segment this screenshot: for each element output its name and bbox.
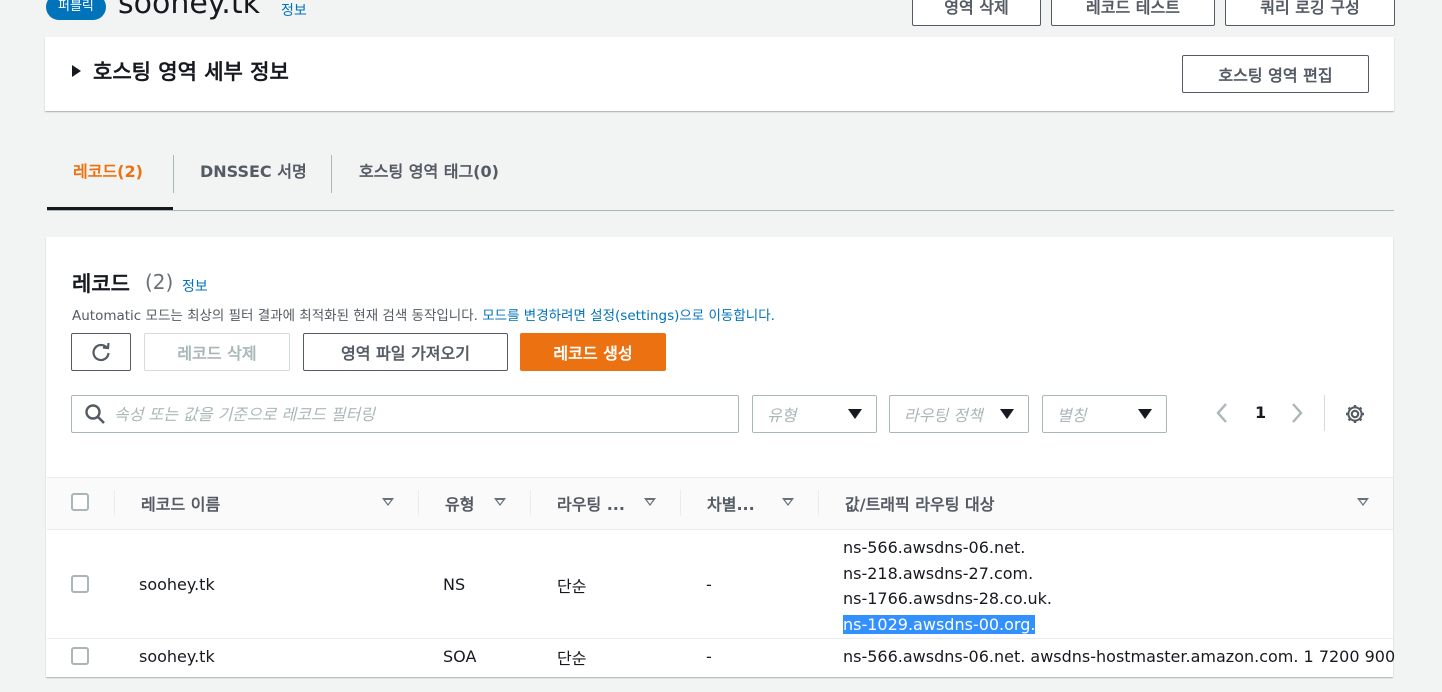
tabs-border [47,210,1394,211]
query-logging-button[interactable]: 쿼리 로깅 구성 [1225,0,1395,26]
records-info-link[interactable]: 정보 [182,276,208,296]
record-value-line: ns-566.awsdns-06.net. [843,538,1026,557]
pager-divider [1324,395,1325,431]
sort-icon[interactable] [644,498,656,506]
record-value-line: ns-1766.awsdns-28.co.uk. [843,589,1053,608]
tab-records[interactable]: 레코드(2) [73,160,143,184]
settings-link[interactable]: 모드를 변경하려면 설정(settings)으로 이동합니다. [482,308,775,324]
alias-select-label: 별칭 [1057,406,1087,425]
filter-search[interactable] [71,395,739,433]
record-name[interactable]: soohey.tk [139,647,215,666]
column-divider [680,490,681,516]
caret-right-icon [72,65,81,77]
refresh-button[interactable] [71,333,131,371]
record-routing: 단순 [557,577,587,596]
refresh-icon [92,342,110,362]
sort-icon[interactable] [782,498,794,506]
tab-divider [331,155,332,193]
previous-page-icon[interactable] [1215,402,1229,430]
import-zone-file-button[interactable]: 영역 파일 가져오기 [303,333,508,371]
records-description: Automatic 모드는 최상의 필터 결과에 최적화된 현재 검색 동작입니… [72,304,775,324]
routing-select-label: 라우팅 정책 [904,406,983,425]
record-name[interactable]: soohey.tk [139,575,215,594]
info-link[interactable]: 정보 [281,0,307,20]
gear-icon[interactable] [1344,403,1366,429]
type-select[interactable]: 유형 [752,395,877,433]
zone-details-title: 호스팅 영역 세부 정보 [93,60,289,84]
select-all-checkbox[interactable] [71,493,89,511]
column-divider [530,490,531,516]
description-text: Automatic 모드는 최상의 필터 결과에 최적화된 현재 검색 동작입니… [72,308,478,324]
record-value-line: ns-566.awsdns-06.net. awsdns-hostmaster.… [843,647,1396,666]
column-divider [818,490,819,516]
visibility-badge: 퍼블릭 [46,0,106,20]
test-record-button[interactable]: 레코드 테스트 [1051,0,1215,26]
tab-divider [173,155,174,193]
type-select-label: 유형 [767,406,797,425]
caret-down-icon [1000,409,1014,419]
delete-zone-button[interactable]: 영역 삭제 [912,0,1041,26]
column-value[interactable]: 값/트래픽 라우팅 대상 [845,491,994,515]
current-page[interactable]: 1 [1255,403,1266,422]
record-value-line: ns-218.awsdns-27.com. [843,563,1034,583]
row-checkbox[interactable] [71,575,89,593]
record-routing: 단순 [557,649,587,668]
filter-input[interactable] [114,404,714,424]
sort-icon[interactable] [494,498,506,506]
row-checkbox[interactable] [71,647,89,665]
search-icon [85,404,105,424]
page-title: soohey.tk [118,0,260,21]
caret-down-icon [848,409,862,419]
column-record-name[interactable]: 레코드 이름 [141,491,220,515]
tab-tags[interactable]: 호스팅 영역 태그(0) [359,160,499,184]
selected-value-text: ns-1029.awsdns-00.org. [843,614,1036,634]
column-divider [418,490,419,516]
records-count: (2) [145,270,174,294]
delete-record-button[interactable]: 레코드 삭제 [144,333,290,371]
create-record-button[interactable]: 레코드 생성 [520,333,666,371]
record-type: NS [443,575,466,594]
records-panel [46,237,1393,677]
routing-policy-select[interactable]: 라우팅 정책 [889,395,1029,433]
column-routing[interactable]: 라우팅 ... [557,491,625,515]
active-tab-indicator [47,207,173,210]
column-differentiator[interactable]: 차별... [707,491,755,515]
row-divider [47,638,1393,639]
record-values: ns-566.awsdns-06.net. ns-218.awsdns-27.c… [843,535,1052,637]
record-differentiator: - [706,647,712,666]
records-title: 레코드 [72,272,130,296]
record-type: SOA [443,647,477,666]
tab-dnssec[interactable]: DNSSEC 서명 [200,160,307,184]
record-differentiator: - [706,575,712,594]
column-type[interactable]: 유형 [445,491,474,515]
sort-icon[interactable] [382,498,394,506]
next-page-icon[interactable] [1290,402,1304,430]
column-divider [114,490,115,516]
zone-details-toggle[interactable]: 호스팅 영역 세부 정보 [72,56,289,86]
alias-select[interactable]: 별칭 [1042,395,1167,433]
sort-icon[interactable] [1357,498,1369,506]
caret-down-icon [1138,409,1152,419]
edit-zone-button[interactable]: 호스팅 영역 편집 [1182,55,1369,93]
